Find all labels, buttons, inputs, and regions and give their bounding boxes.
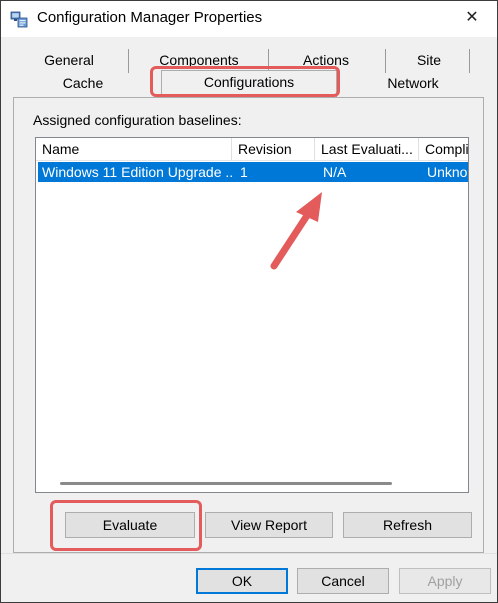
- tab-general[interactable]: General: [41, 50, 97, 71]
- cancel-button[interactable]: Cancel: [297, 568, 389, 594]
- cell-compliance: Unkno: [427, 164, 468, 180]
- view-report-button[interactable]: View Report: [205, 512, 333, 538]
- window-title: Configuration Manager Properties: [37, 9, 263, 26]
- scrollbar-thumb[interactable]: [60, 482, 392, 485]
- title-bar: Configuration Manager Properties ✕: [1, 1, 497, 37]
- section-label: Assigned configuration baselines:: [33, 112, 242, 128]
- column-header-compliance[interactable]: Compli: [419, 138, 468, 160]
- properties-window: Configuration Manager Properties ✕ Gener…: [0, 0, 498, 603]
- apply-button[interactable]: Apply: [399, 568, 491, 594]
- config-manager-app-icon: [10, 11, 28, 28]
- list-row-selected[interactable]: Windows 11 Edition Upgrade ... 1 N/A Unk…: [38, 162, 468, 182]
- tab-cache[interactable]: Cache: [53, 73, 113, 94]
- column-header-name[interactable]: Name: [36, 138, 232, 160]
- ok-button[interactable]: OK: [196, 568, 288, 594]
- tab-divider: [128, 49, 129, 73]
- list-header: Name Revision Last Evaluati... Compli: [36, 138, 468, 161]
- baselines-list[interactable]: Name Revision Last Evaluati... Compli Wi…: [35, 137, 469, 493]
- tab-network[interactable]: Network: [379, 73, 447, 94]
- tab-divider: [469, 49, 470, 73]
- tab-divider: [385, 49, 386, 73]
- cell-last-evaluation: N/A: [323, 164, 347, 180]
- cell-revision: 1: [240, 164, 248, 180]
- evaluate-button[interactable]: Evaluate: [65, 512, 195, 538]
- close-icon[interactable]: ✕: [461, 7, 483, 29]
- tab-site[interactable]: Site: [409, 50, 449, 71]
- tab-configurations[interactable]: Configurations: [161, 72, 337, 93]
- tab-actions[interactable]: Actions: [296, 50, 356, 71]
- footer-divider: [1, 553, 497, 554]
- cell-name: Windows 11 Edition Upgrade ...: [42, 164, 232, 180]
- column-header-revision[interactable]: Revision: [232, 138, 315, 160]
- tab-components[interactable]: Components: [153, 50, 245, 71]
- horizontal-scrollbar[interactable]: [36, 475, 468, 492]
- refresh-button[interactable]: Refresh: [343, 512, 472, 538]
- column-header-last-evaluation[interactable]: Last Evaluati...: [315, 138, 419, 160]
